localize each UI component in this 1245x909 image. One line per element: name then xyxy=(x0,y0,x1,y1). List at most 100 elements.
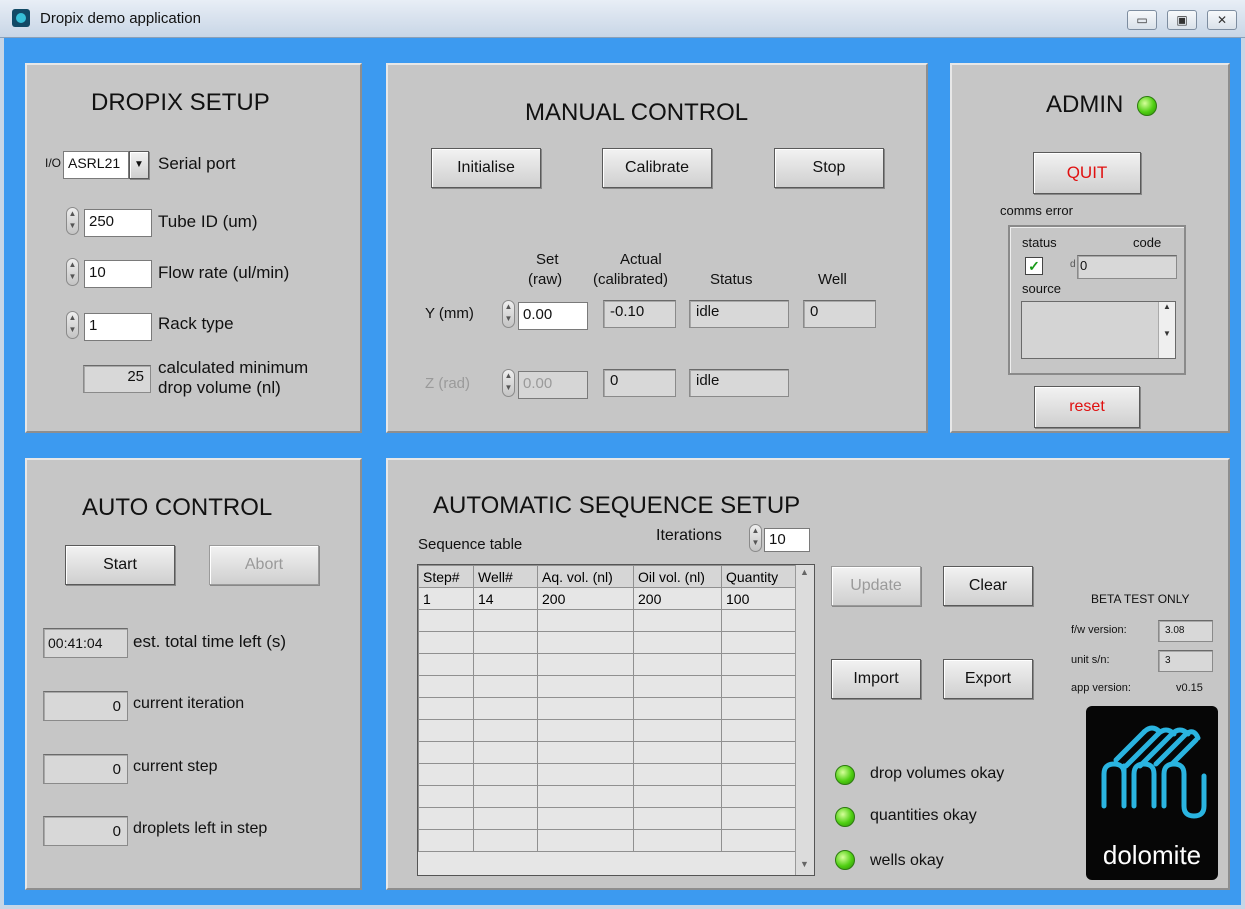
quit-button[interactable]: QUIT xyxy=(1033,152,1141,194)
table-cell[interactable]: 200 xyxy=(633,587,722,610)
tube-id-spinner-icon[interactable]: ▲ ▼ xyxy=(66,207,79,235)
table-cell[interactable] xyxy=(418,807,474,830)
scroll-down-icon[interactable]: ▼ xyxy=(797,859,812,873)
reset-button[interactable]: reset xyxy=(1034,386,1140,428)
calibrate-button[interactable]: Calibrate xyxy=(602,148,712,188)
table-cell[interactable] xyxy=(721,785,797,808)
table-cell[interactable] xyxy=(537,653,634,676)
import-button[interactable]: Import xyxy=(831,659,921,699)
table-row[interactable] xyxy=(418,697,797,720)
table-row[interactable] xyxy=(418,675,797,698)
table-row[interactable] xyxy=(418,763,797,786)
start-button[interactable]: Start xyxy=(65,545,175,585)
table-cell[interactable] xyxy=(418,697,474,720)
table-cell[interactable] xyxy=(633,785,722,808)
table-cell[interactable] xyxy=(537,785,634,808)
table-cell[interactable] xyxy=(473,763,538,786)
table-cell[interactable]: 14 xyxy=(473,587,538,610)
source-scrollbar[interactable]: ▲ ▼ xyxy=(1158,302,1175,358)
table-cell[interactable] xyxy=(473,785,538,808)
minimize-button[interactable]: ▭ xyxy=(1127,10,1157,30)
table-cell[interactable] xyxy=(473,653,538,676)
table-cell[interactable] xyxy=(418,763,474,786)
table-cell[interactable] xyxy=(721,741,797,764)
table-cell[interactable] xyxy=(418,653,474,676)
serial-port-dropdown-icon[interactable]: ▼ xyxy=(129,151,149,179)
table-cell[interactable] xyxy=(537,675,634,698)
iterations-input[interactable]: 10 xyxy=(764,528,810,552)
tube-id-input[interactable]: 250 xyxy=(84,209,152,237)
initialise-button[interactable]: Initialise xyxy=(431,148,541,188)
serial-port-select[interactable]: ASRL21 xyxy=(63,151,129,179)
table-cell[interactable] xyxy=(633,719,722,742)
table-cell[interactable] xyxy=(537,763,634,786)
table-cell[interactable] xyxy=(537,697,634,720)
table-cell[interactable] xyxy=(473,741,538,764)
table-cell[interactable] xyxy=(721,631,797,654)
table-cell[interactable] xyxy=(633,807,722,830)
table-cell[interactable] xyxy=(721,653,797,676)
clear-button[interactable]: Clear xyxy=(943,566,1033,606)
table-cell[interactable] xyxy=(721,763,797,786)
rack-type-spinner-icon[interactable]: ▲ ▼ xyxy=(66,311,79,339)
table-cell[interactable] xyxy=(473,807,538,830)
table-cell[interactable] xyxy=(473,609,538,632)
table-cell[interactable] xyxy=(633,763,722,786)
table-cell[interactable] xyxy=(721,609,797,632)
sequence-table[interactable]: Step# Well# Aq. vol. (nl) Oil vol. (nl) … xyxy=(418,565,797,852)
table-cell[interactable] xyxy=(633,609,722,632)
table-cell[interactable] xyxy=(473,631,538,654)
table-row[interactable] xyxy=(418,653,797,676)
table-cell[interactable]: 200 xyxy=(537,587,634,610)
error-source-textbox[interactable]: ▲ ▼ xyxy=(1021,301,1176,359)
table-cell[interactable] xyxy=(473,675,538,698)
flow-rate-spinner-icon[interactable]: ▲ ▼ xyxy=(66,258,79,286)
table-cell[interactable] xyxy=(418,609,474,632)
table-cell[interactable] xyxy=(418,675,474,698)
table-cell[interactable] xyxy=(633,829,722,852)
close-button[interactable]: ✕ xyxy=(1207,10,1237,30)
table-cell[interactable] xyxy=(721,807,797,830)
table-row[interactable] xyxy=(418,785,797,808)
table-cell[interactable] xyxy=(537,807,634,830)
table-row[interactable] xyxy=(418,719,797,742)
table-cell[interactable] xyxy=(537,829,634,852)
table-cell[interactable] xyxy=(633,741,722,764)
y-set-input[interactable]: 0.00 xyxy=(518,302,588,330)
table-cell[interactable] xyxy=(633,653,722,676)
y-set-spinner-icon[interactable]: ▲ ▼ xyxy=(502,300,515,328)
table-row[interactable] xyxy=(418,609,797,632)
stop-button[interactable]: Stop xyxy=(774,148,884,188)
error-status-checkbox[interactable]: ✓ xyxy=(1025,257,1043,275)
table-cell[interactable] xyxy=(537,741,634,764)
table-row[interactable]: 1 14 200 200 100 xyxy=(418,587,797,610)
flow-rate-input[interactable]: 10 xyxy=(84,260,152,288)
table-cell[interactable] xyxy=(633,675,722,698)
table-cell[interactable] xyxy=(418,785,474,808)
table-cell[interactable] xyxy=(418,829,474,852)
table-cell[interactable]: 100 xyxy=(721,587,797,610)
table-row[interactable] xyxy=(418,631,797,654)
table-cell[interactable] xyxy=(721,829,797,852)
iterations-spinner-icon[interactable]: ▲ ▼ xyxy=(749,524,762,552)
export-button[interactable]: Export xyxy=(943,659,1033,699)
table-cell[interactable] xyxy=(418,741,474,764)
table-row[interactable] xyxy=(418,807,797,830)
scroll-up-icon[interactable]: ▲ xyxy=(797,567,812,581)
table-cell[interactable] xyxy=(537,631,634,654)
table-row[interactable] xyxy=(418,741,797,764)
table-cell[interactable]: 1 xyxy=(418,587,474,610)
table-cell[interactable] xyxy=(633,697,722,720)
table-cell[interactable] xyxy=(633,631,722,654)
table-cell[interactable] xyxy=(473,697,538,720)
table-row[interactable] xyxy=(418,829,797,852)
table-cell[interactable] xyxy=(721,719,797,742)
table-scrollbar[interactable]: ▲ ▼ xyxy=(795,565,814,875)
table-cell[interactable] xyxy=(473,719,538,742)
maximize-button[interactable]: ▣ xyxy=(1167,10,1197,30)
sequence-table-container[interactable]: Step# Well# Aq. vol. (nl) Oil vol. (nl) … xyxy=(417,564,815,876)
table-cell[interactable] xyxy=(721,697,797,720)
table-cell[interactable] xyxy=(418,719,474,742)
table-cell[interactable] xyxy=(537,719,634,742)
rack-type-input[interactable]: 1 xyxy=(84,313,152,341)
